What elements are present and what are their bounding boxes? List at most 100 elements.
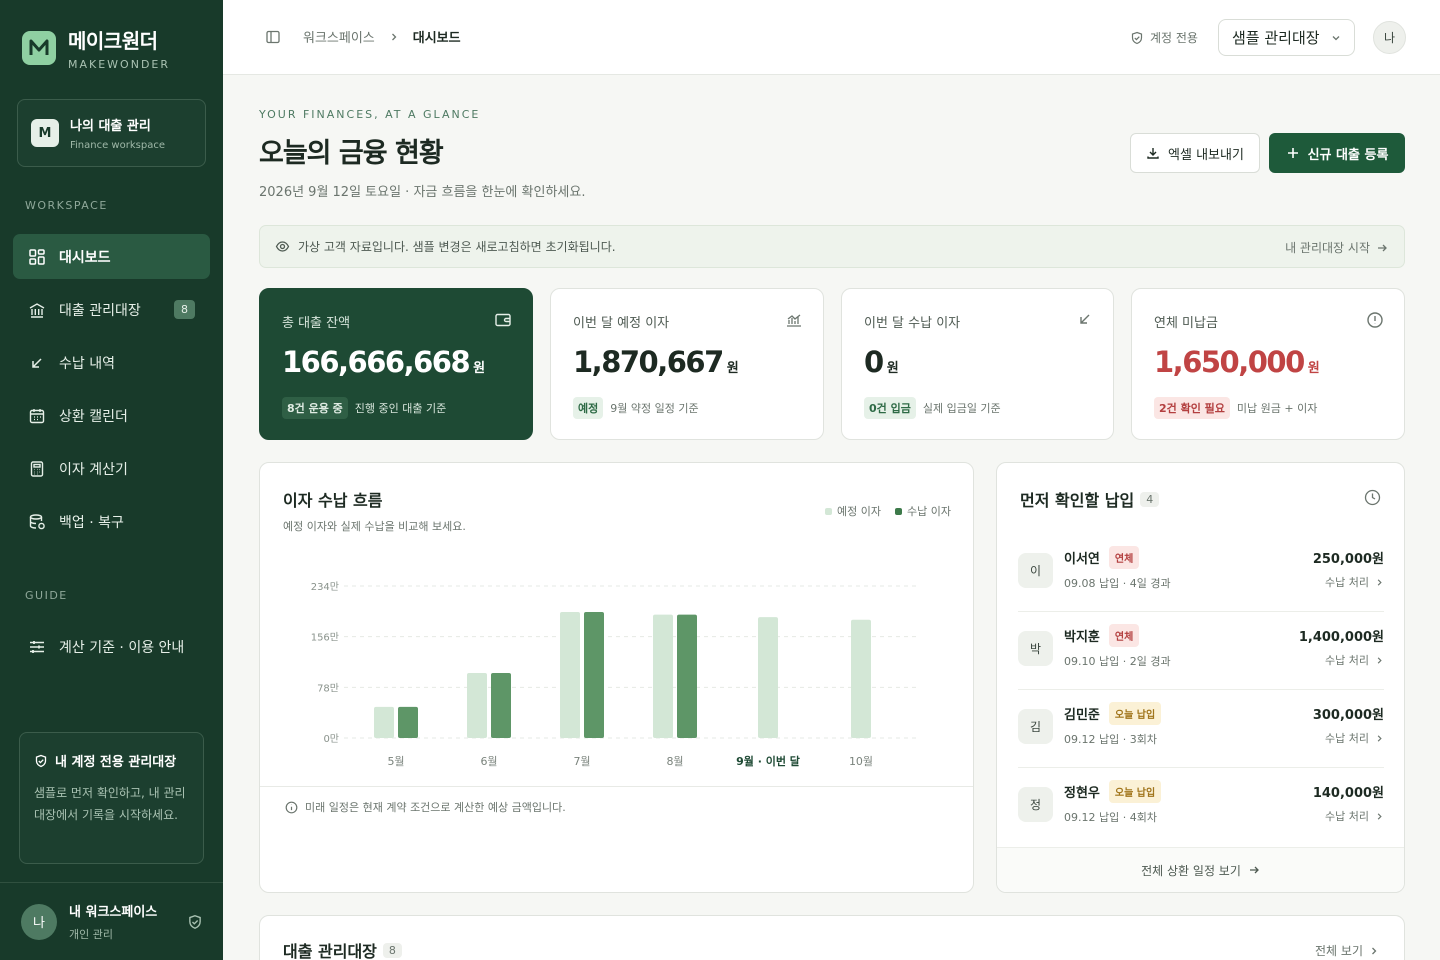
promo-body: 샘플로 먼저 확인하고, 내 관리대장에서 기록을 시작하세요. <box>34 786 186 822</box>
page-eyebrow: YOUR FINANCES, AT A GLANCE <box>259 108 481 121</box>
chevron-down-icon <box>1332 35 1340 40</box>
bar-planned[interactable] <box>467 673 487 738</box>
collect-payment-button[interactable]: 수납 처리 <box>1325 730 1384 746</box>
status-badge: 연체 <box>1108 624 1140 647</box>
list-item[interactable]: 이 이서연 연체 09.08 납입 · 4일 경과 250,000원 수납 처리 <box>1018 534 1384 612</box>
start-my-ledger-link[interactable]: 내 관리대장 시작 <box>1285 239 1388 256</box>
dashboard-icon <box>29 248 45 265</box>
sidebar-item-dashboard[interactable]: 대시보드 <box>13 234 210 279</box>
calculator-icon <box>30 460 44 477</box>
collect-payment-button[interactable]: 수납 처리 <box>1325 808 1384 824</box>
bar-received[interactable] <box>398 706 418 738</box>
y-tick-label: 156만 <box>311 632 339 644</box>
ledger-select[interactable]: 샘플 관리대장 <box>1218 19 1355 56</box>
breadcrumb: 워크스페이스 대시보드 <box>265 27 461 46</box>
ledger-title-text: 대출 관리대장 <box>283 942 377 960</box>
collect-payment-label: 수납 처리 <box>1325 654 1369 667</box>
kpi-number: 166,666,668 <box>282 345 471 379</box>
bar-planned[interactable] <box>758 617 778 738</box>
list-item[interactable]: 김 김민준 오늘 납입 09.12 납입 · 3회차 300,000원 수납 처리 <box>1018 690 1384 768</box>
sidebar-item-calendar[interactable]: 상환 캘린더 <box>13 393 210 438</box>
kpi-label: 이번 달 예정 이자 <box>573 316 670 331</box>
sidebar: 메이크원더 MAKEWONDER M 나의 대출 관리 Finance work… <box>0 0 223 960</box>
sidebar-item-ledger[interactable]: 대출 관리대장 8 <box>13 287 210 332</box>
new-loan-button[interactable]: 신규 대출 등록 <box>1269 133 1405 173</box>
chart-subtitle: 예정 이자와 실제 수납을 비교해 보세요. <box>283 520 466 533</box>
brand-logo <box>22 31 56 65</box>
download-icon <box>1147 148 1159 159</box>
sidebar-item-label: 수납 내역 <box>59 355 115 372</box>
brand-sub: MAKEWONDER <box>68 58 171 71</box>
user-name: 내 워크스페이스 <box>69 905 158 920</box>
payer-name: 정현우 오늘 납입 <box>1064 780 1162 803</box>
chart-title: 이자 수납 흐름 <box>283 491 383 510</box>
export-excel-label: 엑셀 내보내기 <box>1168 147 1244 163</box>
page-title: 오늘의 금융 현황 <box>259 138 444 169</box>
list-item[interactable]: 정 정현우 오늘 납입 09.12 납입 · 4회차 140,000원 수납 처리 <box>1018 768 1384 846</box>
chevron-right-icon <box>1377 812 1382 820</box>
export-excel-button[interactable]: 엑셀 내보내기 <box>1130 133 1260 173</box>
sidebar-item-label: 이자 계산기 <box>59 461 128 478</box>
kpi-label: 이번 달 수납 이자 <box>864 316 961 331</box>
bar-planned[interactable] <box>851 619 871 738</box>
sidebar-item-backup[interactable]: 백업 · 복구 <box>13 499 210 544</box>
ledger-view-all-label: 전체 보기 <box>1315 944 1363 958</box>
eye-icon <box>275 241 290 252</box>
kpi-chip: 예정 <box>573 397 604 419</box>
plus-icon <box>1287 148 1298 158</box>
bar-received[interactable] <box>677 614 697 738</box>
legend-label: 예정 이자 <box>837 505 882 518</box>
kpi-value: 166,666,668 원 <box>282 345 485 379</box>
y-tick-label: 234만 <box>311 581 339 593</box>
new-loan-label: 신규 대출 등록 <box>1307 147 1389 163</box>
legend-planned: 예정 이자 <box>825 503 881 519</box>
ledger-view-all-link[interactable]: 전체 보기 <box>1315 942 1379 959</box>
due-title-text: 먼저 확인할 납입 <box>1020 491 1135 510</box>
breadcrumb-root[interactable]: 워크스페이스 <box>303 27 375 46</box>
topbar: 워크스페이스 대시보드 계정 전용 샘플 관리대장 나 <box>223 0 1440 75</box>
sidebar-toggle-icon[interactable] <box>265 29 281 45</box>
bar-received[interactable] <box>584 611 604 738</box>
payer-name-text: 김민준 <box>1064 708 1100 723</box>
y-tick-label: 0만 <box>323 733 339 745</box>
sidebar-item-calculator[interactable]: 이자 계산기 <box>13 446 210 491</box>
notice-text: 가상 고객 자료입니다. 샘플 변경은 새로고침하면 초기화됩니다. <box>298 240 616 254</box>
kpi-note: 9월 약정 일정 기준 <box>610 402 699 415</box>
user-profile[interactable]: 나 내 워크스페이스 개인 관리 <box>0 882 223 960</box>
collect-payment-button[interactable]: 수납 처리 <box>1325 574 1384 590</box>
bar-planned[interactable] <box>560 611 580 738</box>
kpi-unit: 원 <box>726 361 739 376</box>
sidebar-item-label: 대출 관리대장 <box>59 302 141 319</box>
kpi-note: 실제 입금일 기준 <box>922 402 1001 415</box>
view-all-schedule-link[interactable]: 전체 상환 일정 보기 <box>997 847 1404 892</box>
promo-title: 내 계정 전용 관리대장 <box>55 755 177 770</box>
chevron-right-icon <box>1372 947 1377 954</box>
avatar: 김 <box>1018 709 1053 744</box>
sidebar-item-receipts[interactable]: 수납 내역 <box>13 340 210 385</box>
legend-label: 수납 이자 <box>907 505 951 518</box>
workspace-switcher[interactable]: M 나의 대출 관리 Finance workspace <box>17 99 206 167</box>
due-payments-card: 먼저 확인할 납입 4 이 이서연 연체 09.08 납입 · 4일 경과 250,000… <box>996 462 1405 893</box>
kpi-unit: 원 <box>1307 361 1320 376</box>
bar-received[interactable] <box>491 673 511 738</box>
chevron-right-icon <box>1377 734 1382 742</box>
collect-payment-button[interactable]: 수납 처리 <box>1325 652 1384 668</box>
avatar[interactable]: 나 <box>1373 21 1406 54</box>
ledger-count-badge: 8 <box>174 300 195 319</box>
x-tick-label: 5월 <box>387 755 404 768</box>
workspace-sub: Finance workspace <box>70 140 165 151</box>
payment-amount: 250,000원 <box>1312 552 1384 567</box>
sidebar-item-guide[interactable]: 계산 기준 · 이용 안내 <box>13 624 210 669</box>
payment-meta: 09.10 납입 · 2일 경과 <box>1064 655 1171 668</box>
payment-meta: 09.12 납입 · 4회차 <box>1064 811 1157 824</box>
account-scope-label: 계정 전용 <box>1130 29 1198 46</box>
bar-planned[interactable] <box>653 614 673 738</box>
list-item[interactable]: 박 박지훈 연체 09.10 납입 · 2일 경과 1,400,000원 수납 처리 <box>1018 612 1384 690</box>
sidebar-item-label: 계산 기준 · 이용 안내 <box>59 639 185 656</box>
view-all-schedule-label: 전체 상환 일정 보기 <box>1141 863 1241 878</box>
clock-icon <box>1364 489 1381 506</box>
payer-name: 김민준 오늘 납입 <box>1064 702 1162 725</box>
brand[interactable]: 메이크원더 MAKEWONDER <box>22 25 170 71</box>
bar-planned[interactable] <box>374 706 394 738</box>
payment-amount: 1,400,000원 <box>1298 630 1384 645</box>
